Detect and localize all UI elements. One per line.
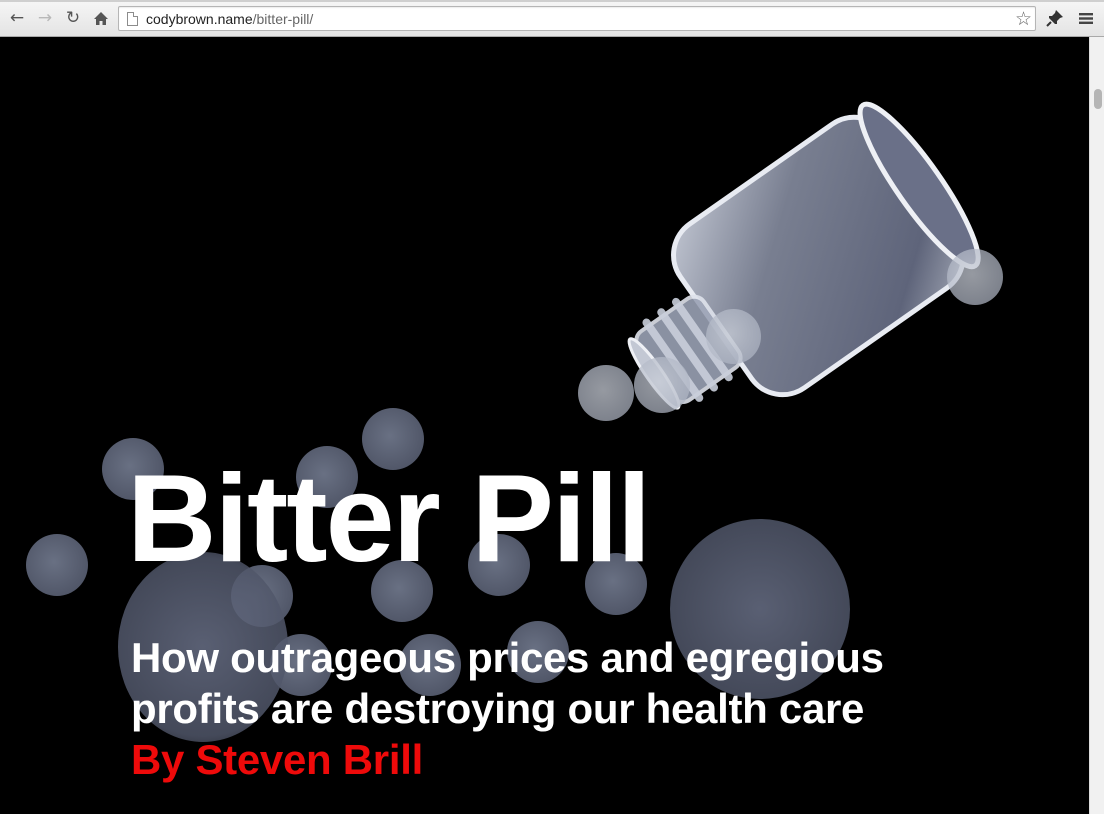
url-host: codybrown.name (146, 11, 253, 27)
reload-icon: ↻ (65, 7, 81, 28)
pill-shape (634, 357, 690, 413)
url-path: /bitter-pill/ (252, 11, 314, 27)
pill-shape (947, 249, 1003, 305)
article-dek: How outrageous prices and egregious prof… (131, 632, 891, 785)
bookmark-star-button[interactable]: ☆ (1015, 8, 1032, 30)
extension-button[interactable] (1044, 8, 1066, 28)
back-button[interactable]: ← (6, 8, 28, 28)
article-subtitle: How outrageous prices and egregious prof… (131, 634, 884, 732)
reload-button[interactable]: ↻ (62, 8, 84, 28)
article-byline[interactable]: By Steven Brill (131, 736, 423, 783)
vertical-scrollbar[interactable] (1089, 37, 1104, 814)
star-icon: ☆ (1014, 8, 1032, 30)
pill-shape (578, 365, 634, 421)
pin-icon (1046, 10, 1063, 27)
back-arrow-icon: ← (9, 7, 25, 28)
menu-icon (1079, 12, 1093, 24)
browser-toolbar: ← → ↻ codybrown.name/bitter-pill/ ☆ (0, 0, 1104, 37)
page-icon (127, 12, 138, 26)
menu-button[interactable] (1075, 8, 1097, 28)
url-text: codybrown.name/bitter-pill/ (146, 11, 313, 27)
page-viewport: Bitter Pill How outrageous prices and eg… (0, 37, 1089, 814)
scrollbar-thumb[interactable] (1094, 89, 1102, 109)
home-icon (94, 11, 108, 25)
home-button[interactable] (90, 8, 112, 28)
address-bar[interactable]: codybrown.name/bitter-pill/ ☆ (118, 6, 1036, 31)
forward-arrow-icon: → (37, 7, 53, 28)
pill-shape (706, 309, 761, 364)
forward-button[interactable]: → (34, 8, 56, 28)
pill-shape (26, 534, 88, 596)
article-title: Bitter Pill (127, 450, 651, 588)
tab-strip-edge (0, 0, 1104, 2)
